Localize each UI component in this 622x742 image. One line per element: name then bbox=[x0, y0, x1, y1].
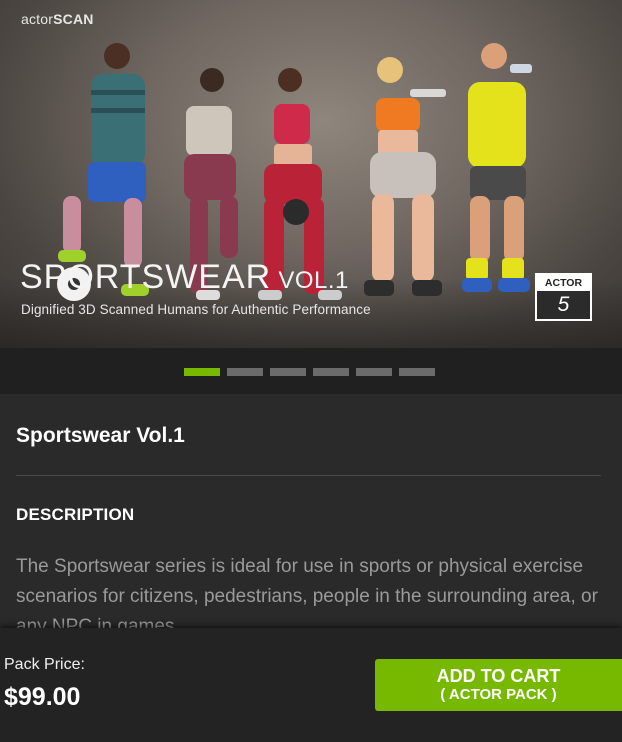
carousel-dot-5[interactable] bbox=[356, 368, 392, 376]
add-to-cart-label: ADD TO CART bbox=[436, 666, 561, 686]
product-title: Sportswear Vol.1 bbox=[16, 424, 185, 447]
add-to-cart-sublabel: ( ACTOR PACK ) bbox=[440, 686, 557, 703]
pack-price-label: Pack Price: bbox=[4, 656, 85, 673]
actor-badge-count: 5 bbox=[557, 293, 570, 316]
description-heading: DESCRIPTION bbox=[16, 505, 135, 524]
person-man-yellow-shirt bbox=[462, 43, 532, 292]
description-text: The Sportswear series is ideal for use i… bbox=[16, 556, 598, 628]
carousel-dots bbox=[184, 368, 435, 376]
person-woman-orange-dumbbell bbox=[364, 57, 446, 296]
pack-price-value: $99.00 bbox=[4, 683, 81, 711]
hero-banner[interactable]: actorSCAN SPORTSWEAR VOL.1 Dignified 3D … bbox=[0, 0, 622, 348]
carousel-dot-2[interactable] bbox=[227, 368, 263, 376]
add-to-cart-button[interactable]: ADD TO CART ( ACTOR PACK ) bbox=[375, 659, 622, 711]
carousel-dot-4[interactable] bbox=[313, 368, 349, 376]
hero-title: SPORTSWEAR VOL.1 bbox=[20, 258, 349, 297]
hero-title-vol: VOL.1 bbox=[271, 267, 349, 294]
product-details[interactable]: Sportswear Vol.1 DESCRIPTION The Sportsw… bbox=[0, 394, 622, 628]
hero-title-main: SPORTSWEAR bbox=[20, 258, 272, 296]
carousel-dot-6[interactable] bbox=[399, 368, 435, 376]
carousel-indicator-bar bbox=[0, 348, 622, 394]
section-divider bbox=[16, 475, 601, 476]
carousel-dot-1[interactable] bbox=[184, 368, 220, 376]
actor-badge-label: ACTOR bbox=[537, 275, 590, 291]
hero-subtitle: Dignified 3D Scanned Humans for Authenti… bbox=[21, 302, 371, 317]
carousel-dot-3[interactable] bbox=[270, 368, 306, 376]
purchase-footer: Pack Price: $99.00 ADD TO CART ( ACTOR P… bbox=[0, 628, 622, 742]
actor-count-badge: ACTOR 5 bbox=[535, 273, 592, 321]
